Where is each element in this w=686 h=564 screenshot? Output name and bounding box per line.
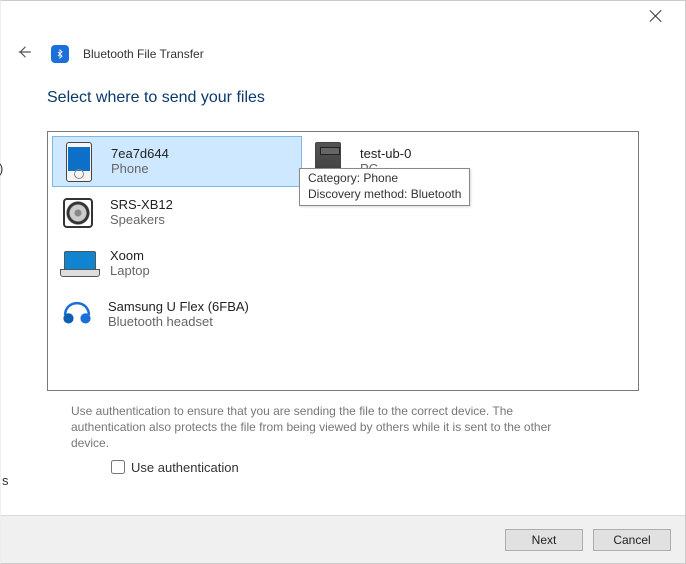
page-heading: Select where to send your files: [47, 89, 639, 107]
next-button[interactable]: Next: [505, 529, 583, 551]
device-name: Samsung U Flex (6FBA): [108, 300, 249, 315]
help-text: Use authentication to ensure that you ar…: [71, 403, 571, 452]
device-item-phone[interactable]: 7ea7d644 Phone: [52, 136, 302, 187]
device-type: Phone: [111, 162, 169, 177]
device-item-speaker[interactable]: SRS-XB12 Speakers: [52, 187, 302, 238]
laptop-icon: [60, 246, 96, 282]
back-button[interactable]: [15, 43, 37, 65]
device-item-headset[interactable]: Samsung U Flex (6FBA) Bluetooth headset: [52, 289, 302, 340]
phone-icon: [61, 144, 97, 180]
left-window-clip-2: s: [2, 473, 9, 488]
use-authentication-label: Use authentication: [131, 460, 239, 475]
use-authentication-checkbox[interactable]: [111, 460, 125, 474]
device-name: 7ea7d644: [111, 147, 169, 162]
use-authentication-row[interactable]: Use authentication: [111, 460, 639, 475]
device-name: test-ub-0: [360, 147, 411, 162]
cancel-button[interactable]: Cancel: [593, 529, 671, 551]
device-tooltip: Category: Phone Discovery method: Blueto…: [299, 168, 470, 206]
bluetooth-file-transfer-dialog: Bluetooth File Transfer Select where to …: [0, 0, 686, 564]
headset-icon: [60, 298, 94, 332]
dialog-title: Bluetooth File Transfer: [83, 47, 204, 61]
dialog-footer: Next Cancel: [1, 515, 685, 563]
device-type: Laptop: [110, 264, 150, 279]
bluetooth-icon: [51, 45, 69, 63]
left-window-clip: ): [0, 161, 3, 176]
dialog-content: Select where to send your files 7ea7d644…: [1, 75, 685, 515]
device-list: 7ea7d644 Phone SRS-XB12 Speakers Xoom La…: [47, 131, 639, 391]
tooltip-category: Category: Phone: [308, 171, 461, 187]
device-name: SRS-XB12: [110, 198, 173, 213]
device-type: Bluetooth headset: [108, 315, 249, 330]
tooltip-discovery: Discovery method: Bluetooth: [308, 187, 461, 203]
device-name: Xoom: [110, 249, 150, 264]
speaker-icon: [60, 195, 96, 231]
device-item-laptop[interactable]: Xoom Laptop: [52, 238, 302, 289]
device-type: Speakers: [110, 213, 173, 228]
close-icon[interactable]: [649, 9, 663, 23]
dialog-header: Bluetooth File Transfer: [1, 1, 685, 75]
